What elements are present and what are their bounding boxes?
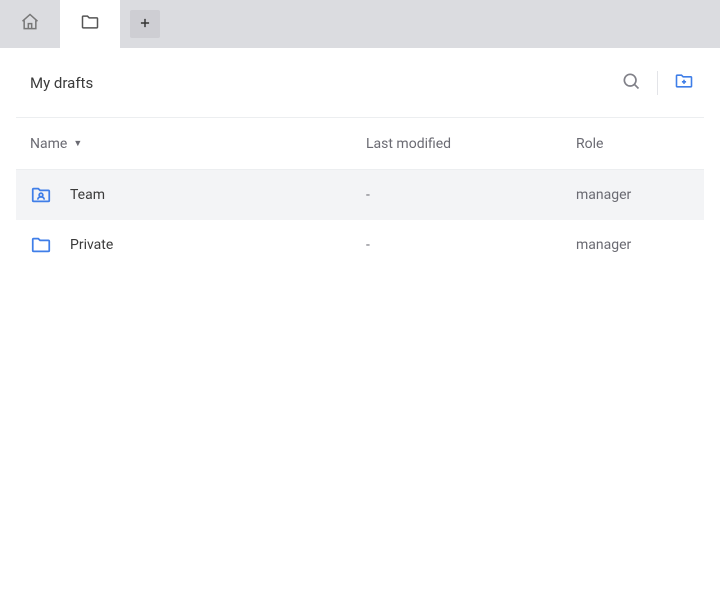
divider: [657, 71, 658, 95]
page-header: My drafts: [16, 48, 704, 118]
new-tab-button[interactable]: [130, 10, 160, 38]
row-modified: -: [366, 237, 370, 253]
page-title: My drafts: [16, 74, 611, 92]
row-role: manager: [576, 187, 631, 203]
table-header: Name ▼ Last modified Role: [16, 118, 704, 170]
search-icon: [621, 71, 641, 95]
column-label: Last modified: [366, 136, 451, 152]
column-label: Role: [576, 136, 603, 152]
row-role: manager: [576, 237, 631, 253]
column-header-role[interactable]: Role: [576, 136, 603, 152]
content-area: My drafts: [0, 48, 720, 270]
team-folder-icon: [30, 184, 52, 206]
row-name: Private: [70, 237, 113, 253]
search-button[interactable]: [611, 63, 651, 103]
tab-files[interactable]: [60, 0, 120, 48]
new-folder-icon: [674, 71, 694, 95]
column-header-name[interactable]: Name ▼: [30, 136, 82, 152]
table-row[interactable]: Team - manager: [16, 170, 704, 220]
home-icon: [20, 12, 40, 36]
row-modified: -: [366, 187, 370, 203]
sort-descending-icon: ▼: [73, 138, 82, 149]
tab-home[interactable]: [0, 0, 60, 48]
table-row[interactable]: Private - manager: [16, 220, 704, 270]
folder-icon: [80, 12, 100, 36]
folder-icon: [30, 234, 52, 256]
header-actions: [611, 63, 704, 103]
file-table: Name ▼ Last modified Role: [16, 118, 704, 270]
new-folder-button[interactable]: [664, 63, 704, 103]
tab-bar: [0, 0, 720, 48]
column-label: Name: [30, 136, 67, 152]
row-name: Team: [70, 187, 105, 203]
column-header-modified[interactable]: Last modified: [366, 136, 451, 152]
plus-icon: [138, 15, 152, 34]
